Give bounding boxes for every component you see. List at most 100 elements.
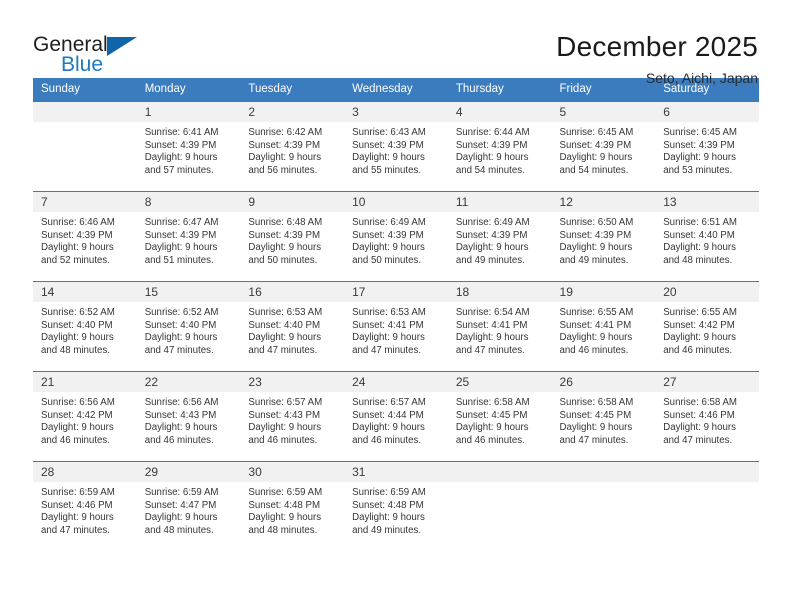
calendar-day-cell[interactable]: 20 Sunrise: 6:55 AM Sunset: 4:42 PM Dayligh… (655, 281, 759, 372)
sunrise-time: Sunrise: 6:46 AM (41, 217, 115, 228)
daylight-duration-line1: Daylight: 9 hours (41, 512, 114, 524)
daylight-duration-line1: Daylight: 9 hours (663, 422, 736, 434)
sunrise-time: Sunrise: 6:55 AM (663, 307, 737, 318)
day-details: Sunrise: 6:58 AM Sunset: 4:46 PM Daylight:… (655, 392, 759, 461)
calendar-day-cell[interactable]: 13 Sunrise: 6:51 AM Sunset: 4:40 PM Dayligh… (655, 191, 759, 282)
sunset-time: Sunset: 4:39 PM (248, 139, 321, 151)
daylight-duration-line2: and 54 minutes. (559, 164, 629, 176)
calendar-day-cell[interactable]: 12 Sunrise: 6:50 AM Sunset: 4:39 PM Dayligh… (551, 191, 656, 282)
day-number: 2 (240, 102, 345, 122)
sunrise-time: Sunrise: 6:45 AM (559, 127, 634, 138)
sunset-time: Sunset: 4:42 PM (41, 409, 113, 421)
day-details: Sunrise: 6:59 AM Sunset: 4:46 PM Daylight:… (33, 482, 137, 551)
calendar-day-cell[interactable]: 28 Sunrise: 6:59 AM Sunset: 4:46 PM Dayligh… (33, 461, 137, 551)
weekday-header-sunday: Sunday (33, 78, 137, 102)
calendar-day-cell[interactable]: 9 Sunrise: 6:48 AM Sunset: 4:39 PM Daylight… (240, 191, 345, 282)
daylight-duration-line2: and 46 minutes. (248, 434, 318, 446)
sunrise-time: Sunrise: 6:58 AM (559, 397, 634, 408)
calendar-day-cell[interactable]: 4 Sunrise: 6:44 AM Sunset: 4:39 PM Daylight… (447, 101, 552, 192)
day-details: Sunrise: 6:44 AM Sunset: 4:39 PM Daylight:… (448, 122, 552, 191)
daylight-duration-line2: and 51 minutes. (144, 254, 214, 266)
daylight-duration-line1: Daylight: 9 hours (559, 422, 633, 434)
day-details: Sunrise: 6:53 AM Sunset: 4:40 PM Daylight:… (240, 302, 344, 371)
day-details: Sunrise: 6:56 AM Sunset: 4:42 PM Daylight:… (33, 392, 137, 461)
calendar-day-cell[interactable]: 27 Sunrise: 6:58 AM Sunset: 4:46 PM Dayligh… (655, 371, 759, 462)
daylight-duration-line1: Daylight: 9 hours (352, 512, 425, 524)
calendar-day-cell[interactable]: 5 Sunrise: 6:45 AM Sunset: 4:39 PM Daylight… (551, 101, 656, 192)
calendar-day-cell[interactable]: 7 Sunrise: 6:46 AM Sunset: 4:39 PM Daylight… (33, 191, 137, 282)
calendar-day-cell[interactable]: 31 Sunrise: 6:59 AM Sunset: 4:48 PM Dayligh… (344, 461, 448, 551)
day-number (551, 462, 656, 482)
daylight-duration-line1: Daylight: 9 hours (248, 332, 322, 344)
calendar-day-cell[interactable]: 26 Sunrise: 6:58 AM Sunset: 4:45 PM Dayligh… (551, 371, 656, 462)
daylight-duration-line2: and 47 minutes. (559, 434, 629, 446)
day-details (448, 482, 552, 551)
day-details: Sunrise: 6:46 AM Sunset: 4:39 PM Daylight:… (33, 212, 137, 281)
day-details: Sunrise: 6:49 AM Sunset: 4:39 PM Daylight:… (344, 212, 448, 281)
calendar-day-cell[interactable]: 2 Sunrise: 6:42 AM Sunset: 4:39 PM Daylight… (240, 101, 345, 192)
daylight-duration-line1: Daylight: 9 hours (144, 512, 218, 524)
sunrise-time: Sunrise: 6:59 AM (248, 487, 323, 498)
sunset-time: Sunset: 4:43 PM (144, 409, 217, 421)
calendar-day-cell[interactable]: 11 Sunrise: 6:49 AM Sunset: 4:39 PM Dayligh… (447, 191, 552, 282)
day-details: Sunrise: 6:59 AM Sunset: 4:48 PM Daylight:… (344, 482, 448, 551)
daylight-duration-line2: and 52 minutes. (41, 254, 110, 266)
sunset-time: Sunset: 4:39 PM (248, 229, 321, 241)
daylight-duration-line2: and 53 minutes. (663, 164, 733, 176)
day-details: Sunrise: 6:45 AM Sunset: 4:39 PM Daylight:… (552, 122, 656, 191)
day-details: Sunrise: 6:41 AM Sunset: 4:39 PM Daylight:… (137, 122, 241, 191)
sunset-time: Sunset: 4:39 PM (559, 229, 632, 241)
calendar-day-cell[interactable]: 25 Sunrise: 6:58 AM Sunset: 4:45 PM Dayligh… (447, 371, 552, 462)
sunset-time: Sunset: 4:39 PM (144, 139, 217, 151)
calendar-day-cell[interactable]: 19 Sunrise: 6:55 AM Sunset: 4:41 PM Dayligh… (551, 281, 656, 372)
generalblue-logo[interactable]: General Blue (33, 28, 153, 80)
day-number: 3 (344, 102, 448, 122)
calendar-day-cell[interactable]: 8 Sunrise: 6:47 AM Sunset: 4:39 PM Daylight… (136, 191, 241, 282)
daylight-duration-line1: Daylight: 9 hours (559, 152, 633, 164)
day-number: 4 (447, 102, 552, 122)
calendar-cell-empty (655, 461, 759, 551)
weekday-header-wednesday: Wednesday (344, 78, 448, 102)
calendar-day-cell[interactable]: 23 Sunrise: 6:57 AM Sunset: 4:43 PM Dayligh… (240, 371, 345, 462)
day-number: 7 (33, 192, 137, 212)
calendar-day-cell[interactable]: 30 Sunrise: 6:59 AM Sunset: 4:48 PM Dayligh… (240, 461, 345, 551)
daylight-duration-line1: Daylight: 9 hours (455, 152, 529, 164)
day-details: Sunrise: 6:48 AM Sunset: 4:39 PM Daylight:… (240, 212, 344, 281)
day-number: 28 (33, 462, 137, 482)
daylight-duration-line2: and 47 minutes. (455, 344, 525, 356)
day-number: 14 (33, 282, 137, 302)
day-number: 19 (551, 282, 656, 302)
calendar-page: General Blue December 2025 Seto, Aichi, … (0, 0, 792, 612)
calendar-day-cell[interactable]: 18 Sunrise: 6:54 AM Sunset: 4:41 PM Dayligh… (447, 281, 552, 372)
daylight-duration-line1: Daylight: 9 hours (41, 422, 114, 434)
day-number: 30 (240, 462, 345, 482)
calendar-day-cell[interactable]: 16 Sunrise: 6:53 AM Sunset: 4:40 PM Dayligh… (240, 281, 345, 372)
calendar-day-cell[interactable]: 29 Sunrise: 6:59 AM Sunset: 4:47 PM Dayligh… (136, 461, 241, 551)
daylight-duration-line1: Daylight: 9 hours (248, 422, 322, 434)
day-number: 22 (136, 372, 241, 392)
calendar-day-cell[interactable]: 24 Sunrise: 6:57 AM Sunset: 4:44 PM Dayligh… (344, 371, 448, 462)
calendar-day-cell[interactable]: 17 Sunrise: 6:53 AM Sunset: 4:41 PM Dayligh… (344, 281, 448, 372)
logo-triangle-icon (107, 37, 137, 56)
calendar-day-cell[interactable]: 10 Sunrise: 6:49 AM Sunset: 4:39 PM Dayligh… (344, 191, 448, 282)
day-details: Sunrise: 6:57 AM Sunset: 4:44 PM Daylight:… (344, 392, 448, 461)
sunset-time: Sunset: 4:40 PM (663, 229, 735, 241)
calendar-day-cell[interactable]: 1 Sunrise: 6:41 AM Sunset: 4:39 PM Daylight… (136, 101, 241, 192)
calendar-day-cell[interactable]: 14 Sunrise: 6:52 AM Sunset: 4:40 PM Dayligh… (33, 281, 137, 372)
sunrise-time: Sunrise: 6:53 AM (352, 307, 426, 318)
calendar-day-cell[interactable]: 22 Sunrise: 6:56 AM Sunset: 4:43 PM Dayligh… (136, 371, 241, 462)
calendar-day-cell[interactable]: 6 Sunrise: 6:45 AM Sunset: 4:39 PM Daylight… (655, 101, 759, 192)
sunrise-time: Sunrise: 6:41 AM (144, 127, 219, 138)
calendar-day-cell[interactable]: 15 Sunrise: 6:52 AM Sunset: 4:40 PM Dayligh… (136, 281, 241, 372)
day-number: 6 (655, 102, 759, 122)
sunrise-time: Sunrise: 6:57 AM (352, 397, 426, 408)
daylight-duration-line1: Daylight: 9 hours (559, 242, 633, 254)
daylight-duration-line2: and 47 minutes. (663, 434, 733, 446)
daylight-duration-line2: and 49 minutes. (559, 254, 629, 266)
day-number: 11 (447, 192, 552, 212)
day-number: 27 (655, 372, 759, 392)
day-number: 15 (136, 282, 241, 302)
sunrise-time: Sunrise: 6:44 AM (455, 127, 530, 138)
calendar-day-cell[interactable]: 3 Sunrise: 6:43 AM Sunset: 4:39 PM Daylight… (344, 101, 448, 192)
calendar-day-cell[interactable]: 21 Sunrise: 6:56 AM Sunset: 4:42 PM Dayligh… (33, 371, 137, 462)
